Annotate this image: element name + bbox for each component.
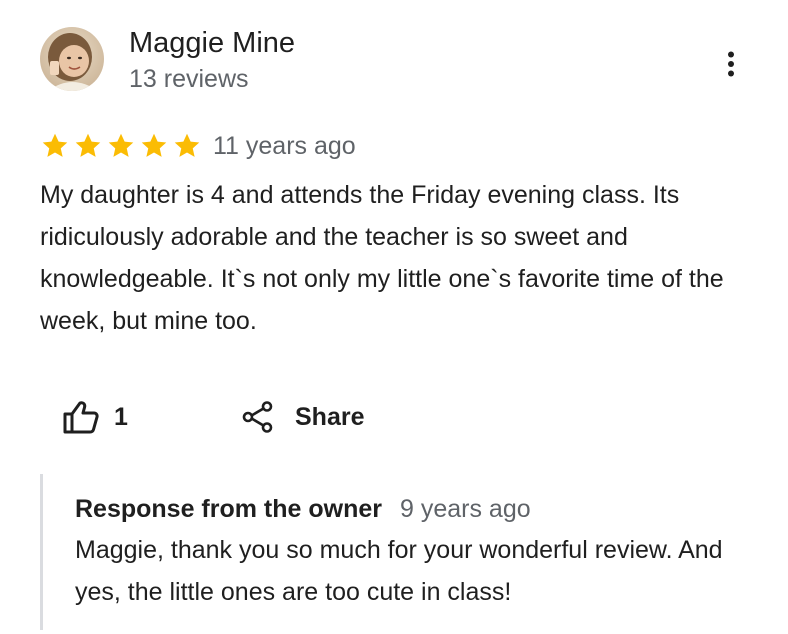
review-date: 11 years ago [213,132,356,160]
star-icon [141,133,167,157]
like-count: 1 [114,403,128,431]
more-options-button[interactable] [715,46,747,82]
share-label: Share [295,403,365,431]
share-button[interactable]: Share [241,398,364,436]
more-vert-icon [728,51,734,77]
owner-response-date: 9 years ago [400,495,531,523]
star-icon [108,133,134,157]
review-text: My daughter is 4 and attends the Friday … [40,181,724,335]
owner-response-title: Response from the owner [75,495,382,523]
share-icon [242,401,273,433]
star-rating [40,131,205,161]
owner-response-text: Maggie, thank you so much for your wonde… [75,536,723,606]
star-icon [42,133,68,157]
thumb-up-icon [63,401,99,434]
avatar-photo [40,27,104,91]
like-button[interactable]: 1 [62,398,128,436]
owner-response-header: Response from the owner 9 years ago [75,494,531,524]
review-count[interactable]: 13 reviews [129,64,249,94]
reviewer-avatar[interactable] [40,27,104,91]
star-icon [174,133,200,157]
star-icon [75,133,101,157]
reviewer-name[interactable]: Maggie Mine [129,26,295,60]
response-divider [40,474,43,630]
